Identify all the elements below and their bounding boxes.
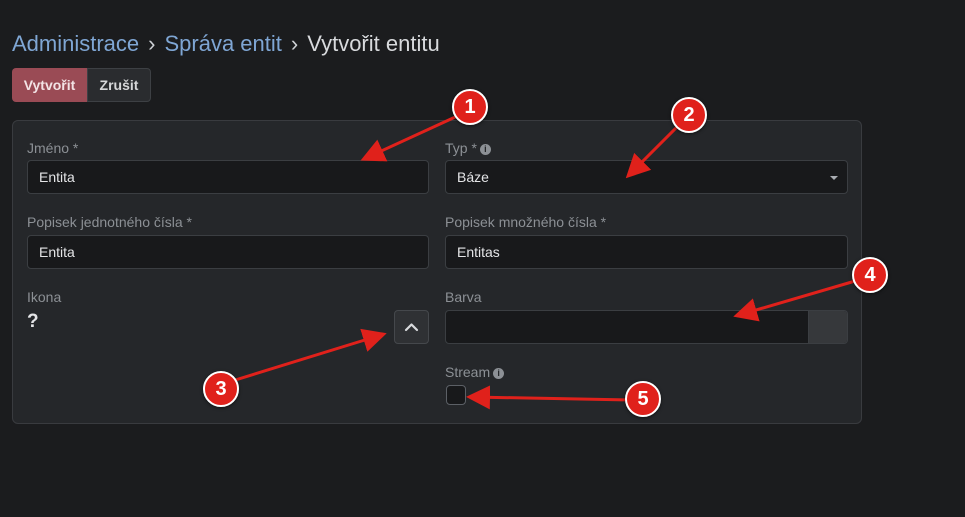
annotation-arrow-3 [231, 328, 387, 383]
annotation-arrow-5 [466, 385, 632, 410]
annotation-marker-5: 5 [625, 381, 661, 417]
annotation-marker-1: 1 [452, 89, 488, 125]
annotation-marker-3: 3 [203, 371, 239, 407]
annotation-arrow-4 [733, 277, 863, 322]
annotation-arrow-1 [360, 111, 465, 162]
annotation-marker-4: 4 [852, 257, 888, 293]
annotation-arrow-2 [625, 121, 683, 179]
annotation-marker-2: 2 [671, 97, 707, 133]
annotation-arrows [231, 111, 863, 410]
